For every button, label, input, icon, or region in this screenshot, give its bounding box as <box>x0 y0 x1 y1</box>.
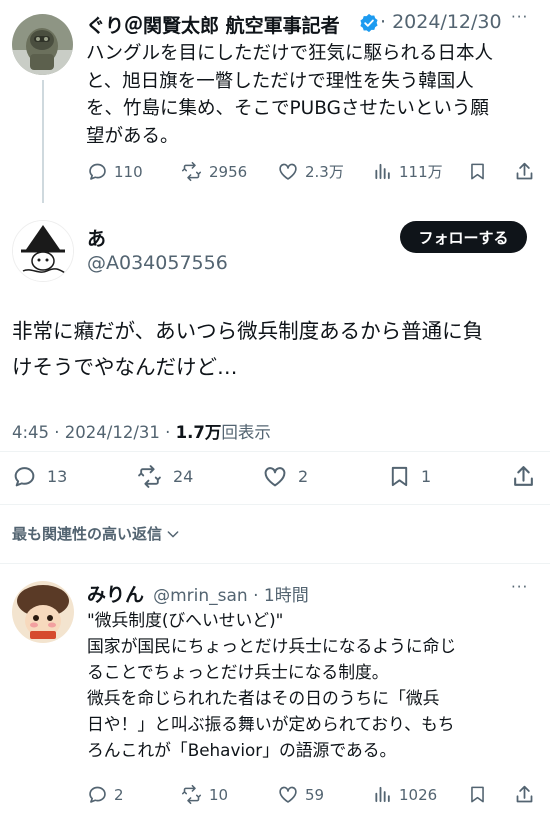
more-options-icon[interactable]: ··· <box>511 8 528 26</box>
share-button[interactable] <box>514 161 535 182</box>
avatar[interactable] <box>12 14 73 75</box>
reply-sort-dropdown[interactable]: 最も関連性の高い返信 <box>12 523 181 544</box>
bookmark-button[interactable] <box>468 161 487 182</box>
author-name[interactable]: みりん <box>87 584 144 606</box>
views-button[interactable]: 1026 <box>373 784 437 805</box>
reply-count: 2 <box>114 785 124 804</box>
repost-count: 2956 <box>209 162 248 181</box>
reply-icon <box>89 163 106 180</box>
views-button[interactable]: 111万 <box>373 161 443 182</box>
like-button[interactable]: 2.3万 <box>277 161 344 182</box>
follow-button[interactable]: フォローする <box>400 221 527 253</box>
share-button[interactable] <box>514 784 535 805</box>
avatar[interactable] <box>12 581 74 643</box>
divider <box>0 504 550 505</box>
post-time[interactable]: 4:45 · 2024/12/31 · <box>12 423 176 442</box>
share-button[interactable] <box>511 464 536 489</box>
reply-icon <box>89 786 106 803</box>
reply-header: みりん @mrin_san · 1時間 <box>87 580 309 607</box>
reply-icon <box>14 467 35 487</box>
bookmark-button[interactable]: 1 <box>388 464 431 489</box>
avatar[interactable] <box>12 220 74 282</box>
chevron-down-icon <box>167 530 179 537</box>
reply-button[interactable]: 110 <box>87 161 143 182</box>
reply-button[interactable]: 13 <box>12 464 67 489</box>
bookmark-button[interactable] <box>468 784 487 805</box>
heart-icon <box>279 163 297 180</box>
repost-icon <box>181 784 202 805</box>
bookmark-icon <box>471 163 484 180</box>
divider <box>0 451 550 452</box>
repost-button[interactable]: 10 <box>180 784 228 805</box>
heart-icon <box>279 786 297 803</box>
views-icon <box>375 786 390 803</box>
repost-count: 24 <box>173 467 194 486</box>
sort-label: 最も関連性の高い返信 <box>12 525 163 543</box>
like-count: 2 <box>298 467 309 486</box>
repost-count: 10 <box>209 785 229 804</box>
tweet-text: 非常に癪だが、あいつら微兵制度あるから普通に負 けそうでやなんだけど… <box>12 319 484 379</box>
like-button[interactable]: 2 <box>262 464 308 489</box>
author-name[interactable]: ぐり＠関賢太郎 航空軍事記者 <box>86 11 340 38</box>
reply-count: 13 <box>47 467 68 486</box>
like-count: 2.3万 <box>305 163 344 181</box>
heart-icon <box>264 467 286 487</box>
bookmark-icon <box>471 786 484 803</box>
post-date[interactable]: · 2024/12/30 <box>380 11 502 33</box>
reply-button[interactable]: 2 <box>87 784 124 805</box>
repost-button[interactable]: 2956 <box>180 161 247 182</box>
thread-line <box>42 80 44 203</box>
tweet-text: ハングルを目にしただけで狂気に駆られる日本人 と、旭日旗を一瞥しただけで理性を失… <box>86 43 494 147</box>
post-meta: 4:45 · 2024/12/31 · 1.7万回表示 <box>12 419 271 443</box>
author-handle[interactable]: @mrin_san · 1時間 <box>153 586 309 606</box>
repost-icon <box>138 465 161 488</box>
like-count: 59 <box>305 785 325 804</box>
share-icon <box>514 466 533 486</box>
more-options-icon[interactable]: ··· <box>511 578 528 596</box>
share-icon <box>516 785 533 803</box>
views-count: 1026 <box>399 785 438 804</box>
bookmark-count: 1 <box>421 467 432 486</box>
views-icon <box>375 163 390 180</box>
reply-count: 110 <box>114 162 143 181</box>
divider <box>0 563 550 564</box>
share-icon <box>516 162 533 180</box>
like-button[interactable]: 59 <box>277 784 324 805</box>
repost-icon <box>181 161 202 182</box>
reply-text: "微兵制度(びへいせいど)" 国家が国民にちょっとだけ兵士になるように命じ るこ… <box>87 610 457 760</box>
view-suffix: 回表示 <box>221 423 271 442</box>
view-count: 1.7万 <box>175 423 222 442</box>
views-count: 111万 <box>399 163 443 181</box>
verified-badge-icon <box>359 13 379 33</box>
author-handle[interactable]: @A034057556 <box>87 252 228 274</box>
repost-button[interactable]: 24 <box>136 464 193 489</box>
bookmark-icon <box>391 466 408 487</box>
author-name[interactable]: あ <box>87 224 106 251</box>
